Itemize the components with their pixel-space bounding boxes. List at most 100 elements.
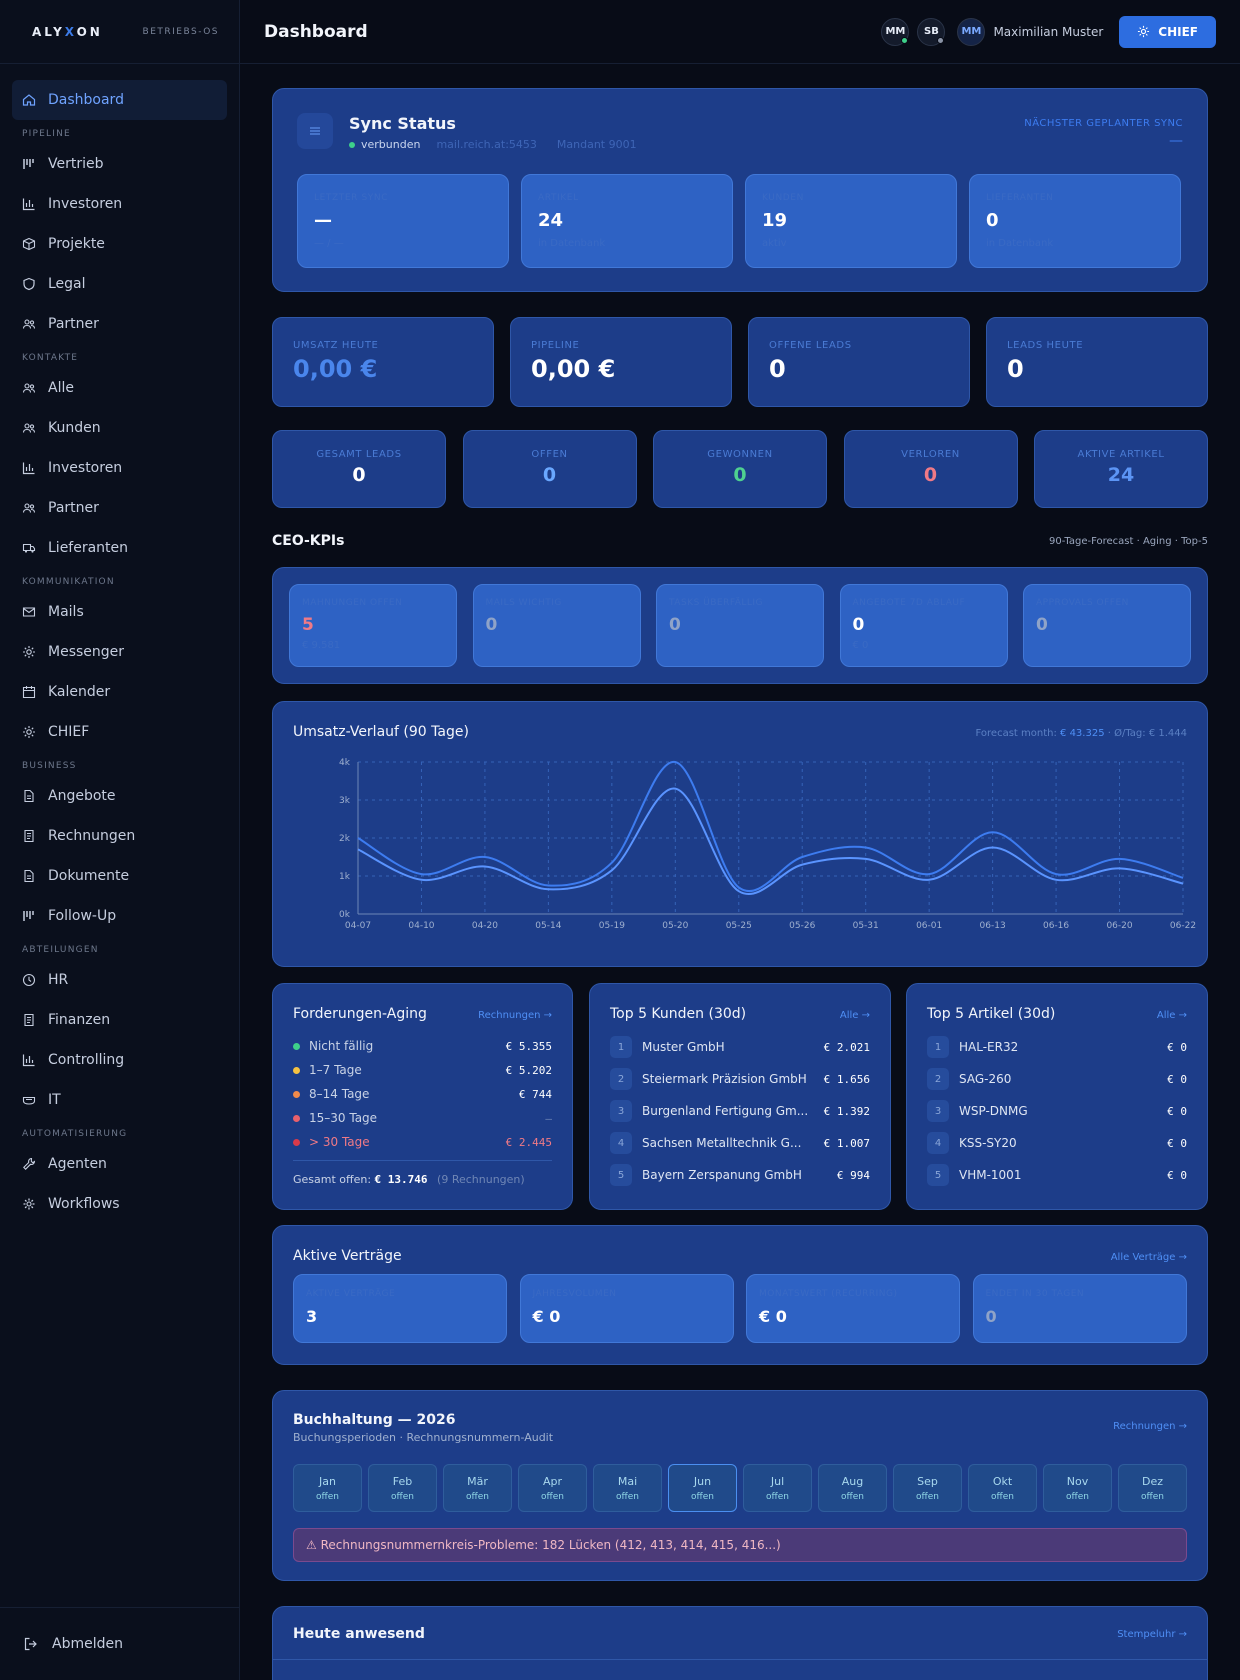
ceo-kpi-tile[interactable]: MAILS WICHTIG 0 xyxy=(472,584,641,667)
sidebar-item-agenten[interactable]: Agenten xyxy=(12,1144,227,1184)
avatar-initials: MM xyxy=(885,26,906,37)
avatar[interactable]: SB xyxy=(917,17,946,46)
logo[interactable]: ALYXON xyxy=(32,25,103,39)
stat-label: UMSATZ HEUTE xyxy=(293,340,379,351)
chief-button[interactable]: CHIEF xyxy=(1119,15,1216,48)
series-line-2 xyxy=(357,787,1184,895)
aging-row: 15–30 Tage — xyxy=(293,1108,552,1128)
present-today-title: Heute anwesend xyxy=(293,1626,425,1642)
sidebar-item-dashboard[interactable]: Dashboard xyxy=(12,80,227,120)
sidebar-item-legal[interactable]: Legal xyxy=(12,264,227,304)
kanban-icon xyxy=(23,911,34,921)
list-item[interactable]: 4 KSS-SY20 € 0 xyxy=(927,1131,1187,1155)
stempeluhr-link[interactable]: Stempeluhr → xyxy=(1117,1629,1187,1640)
ceo-kpi-tile[interactable]: TASKS ÜBERFÄLLIG 0 xyxy=(656,584,824,667)
logout-button[interactable]: Abmelden xyxy=(0,1607,240,1680)
month-period-button[interactable]: Mai offen xyxy=(593,1464,662,1512)
list-item[interactable]: 1 Muster GmbH € 2.021 xyxy=(610,1035,870,1059)
sync-tile: ARTIKEL 24 in Datenbank xyxy=(521,174,733,268)
sidebar-nav: Dashboard PIPELINE Vertrieb Investoren P… xyxy=(0,64,239,1224)
contract-tile: ENDET IN 30 TAGEN 0 xyxy=(972,1274,1187,1343)
aging-rechnungen-link[interactable]: Rechnungen → xyxy=(478,1010,552,1021)
sidebar-item-mails[interactable]: Mails xyxy=(12,592,227,632)
accounting-rechnungen-link[interactable]: Rechnungen → xyxy=(1113,1421,1187,1432)
contract-tile-label: JAHRESVOLUMEN xyxy=(532,1289,617,1299)
month-period-button[interactable]: Feb offen xyxy=(368,1464,437,1512)
sidebar-item-dokumente[interactable]: Dokumente xyxy=(12,856,227,896)
list-item[interactable]: 3 Burgenland Fertigung Gm... € 1.392 xyxy=(610,1099,870,1123)
sidebar-item-partner[interactable]: Partner xyxy=(12,304,227,344)
month-period-button[interactable]: Jan offen xyxy=(293,1464,362,1512)
aging-total: Gesamt offen: € 13.746 (9 Rechnungen) xyxy=(293,1173,525,1186)
section-business: BUSINESS xyxy=(22,761,77,771)
sidebar-item-followup[interactable]: Follow-Up xyxy=(12,896,227,936)
month-period-button[interactable]: Mär offen xyxy=(443,1464,512,1512)
sidebar-item-vertrieb[interactable]: Vertrieb xyxy=(12,144,227,184)
list-item[interactable]: 5 Bayern Zerspanung GmbH € 994 xyxy=(610,1163,870,1187)
sidebar-item-finanzen[interactable]: Finanzen xyxy=(12,1000,227,1040)
rank-badge: 5 xyxy=(927,1164,949,1186)
avatar-initials: MM xyxy=(961,26,982,37)
sidebar-item-investoren[interactable]: Investoren xyxy=(12,184,227,224)
ceo-kpi-tile[interactable]: APPROVALS OFFEN 0 xyxy=(1023,584,1191,667)
list-item[interactable]: 5 VHM-1001 € 0 xyxy=(927,1163,1187,1187)
sidebar-item-controlling[interactable]: Controlling xyxy=(12,1040,227,1080)
list-item[interactable]: 2 SAG-260 € 0 xyxy=(927,1067,1187,1091)
month-status: offen xyxy=(916,1492,939,1502)
ceo-kpis-title: CEO-KPIs xyxy=(272,533,345,549)
month-period-button[interactable]: Dez offen xyxy=(1118,1464,1187,1512)
month-period-button[interactable]: Jun offen xyxy=(668,1464,737,1512)
top-artikel-all-link[interactable]: Alle → xyxy=(1157,1010,1187,1021)
user-name[interactable]: Maximilian Muster xyxy=(993,25,1103,39)
sidebar-item-chief[interactable]: CHIEF xyxy=(12,712,227,752)
user-avatar[interactable]: MM xyxy=(957,17,986,46)
stat-value: 0 xyxy=(1007,355,1024,383)
sidebar-item-lieferanten[interactable]: Lieferanten xyxy=(12,528,227,568)
sidebar-item-rechnungen[interactable]: Rechnungen xyxy=(12,816,227,856)
top-kunden-all-link[interactable]: Alle → xyxy=(840,1010,870,1021)
month-label: Apr xyxy=(542,1475,563,1488)
ceo-kpi-tile[interactable]: ANGEBOTE 7D ABLAUF 0 € 0 xyxy=(839,584,1008,667)
y-tick-label: 2k xyxy=(339,834,351,844)
list-item-name: Burgenland Fertigung Gm... xyxy=(642,1104,809,1118)
contract-tile-label: AKTIVE VERTRÄGE xyxy=(306,1289,396,1299)
sidebar-item-kunden[interactable]: Kunden xyxy=(12,408,227,448)
sidebar-item-angebote[interactable]: Angebote xyxy=(12,776,227,816)
ceo-kpi-tile[interactable]: MAHNUNGEN OFFEN 5 € 9.581 xyxy=(289,584,457,667)
section-abteilungen: ABTEILUNGEN xyxy=(22,945,99,955)
y-tick-label: 1k xyxy=(339,872,351,882)
month-period-button[interactable]: Nov offen xyxy=(1043,1464,1112,1512)
sidebar-item-workflows[interactable]: Workflows xyxy=(12,1184,227,1224)
list-item-value: € 0 xyxy=(1167,1136,1187,1150)
month-period-button[interactable]: Apr offen xyxy=(518,1464,587,1512)
ceo-kpi-label: MAILS WICHTIG xyxy=(485,598,562,608)
month-period-button[interactable]: Jul offen xyxy=(743,1464,812,1512)
list-item[interactable]: 2 Steiermark Präzision GmbH € 1.656 xyxy=(610,1067,870,1091)
sidebar-item-label: Vertrieb xyxy=(48,156,104,172)
month-period-button[interactable]: Sep offen xyxy=(893,1464,962,1512)
avatar[interactable]: MM xyxy=(881,17,910,46)
rank-badge: 3 xyxy=(927,1100,949,1122)
x-tick-label: 05-19 xyxy=(599,921,625,931)
list-item[interactable]: 4 Sachsen Metalltechnik G... € 1.007 xyxy=(610,1131,870,1155)
aging-total-label: Gesamt offen: xyxy=(293,1173,372,1186)
sidebar-item-partner-kontakte[interactable]: Partner xyxy=(12,488,227,528)
month-period-button[interactable]: Okt offen xyxy=(968,1464,1037,1512)
ceo-kpi-value: 5 xyxy=(302,615,314,635)
contracts-all-link[interactable]: Alle Verträge → xyxy=(1111,1252,1187,1263)
sidebar: ALYXON BETRIEBS-OS Dashboard PIPELINE Ve… xyxy=(0,0,240,1680)
sidebar-item-projekte[interactable]: Projekte xyxy=(12,224,227,264)
sidebar-item-label: Controlling xyxy=(48,1052,125,1068)
list-item[interactable]: 3 WSP-DNMG € 0 xyxy=(927,1099,1187,1123)
list-item-name: SAG-260 xyxy=(959,1072,1012,1086)
sidebar-item-messenger[interactable]: Messenger xyxy=(12,632,227,672)
lead-tile: OFFEN 0 xyxy=(462,430,637,508)
sidebar-item-label: Investoren xyxy=(48,460,123,476)
list-item[interactable]: 1 HAL-ER32 € 0 xyxy=(927,1035,1187,1059)
month-period-button[interactable]: Aug offen xyxy=(818,1464,887,1512)
sidebar-item-alle[interactable]: Alle xyxy=(12,368,227,408)
sidebar-item-it[interactable]: IT xyxy=(12,1080,227,1120)
sidebar-item-hr[interactable]: HR xyxy=(12,960,227,1000)
sidebar-item-kalender[interactable]: Kalender xyxy=(12,672,227,712)
sidebar-item-investoren-kontakte[interactable]: Investoren xyxy=(12,448,227,488)
